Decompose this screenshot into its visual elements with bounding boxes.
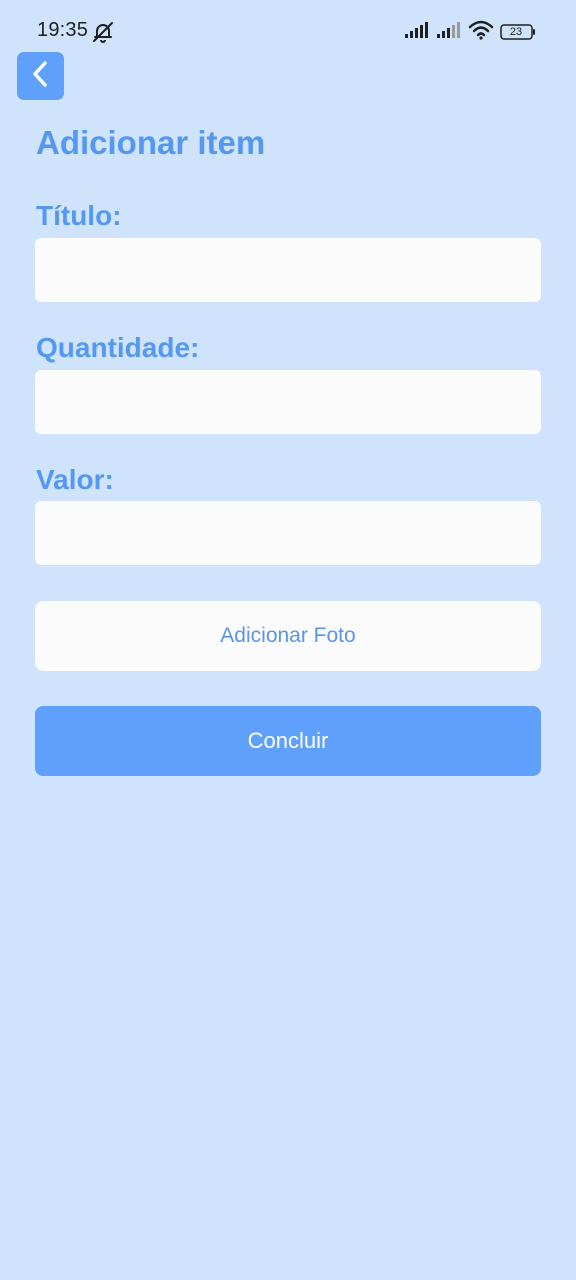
bell-off-icon (91, 20, 115, 44)
submit-button[interactable]: Concluir (35, 706, 541, 776)
back-button[interactable] (17, 52, 64, 100)
battery-level: 23 (509, 26, 523, 38)
value-label: Valor: (36, 464, 114, 495)
title-label: Título: (36, 200, 122, 231)
signal-icon (404, 21, 430, 44)
status-bar: 19:35 23 (0, 0, 576, 62)
chevron-left-icon (29, 59, 53, 94)
battery-icon: 23 (500, 24, 536, 40)
submit-label: Concluir (247, 728, 329, 753)
title-input[interactable] (35, 238, 541, 302)
status-time: 19:35 (37, 19, 89, 41)
quantity-label: Quantidade: (36, 332, 200, 363)
status-icons: 23 (404, 20, 536, 44)
signal-icon (436, 21, 462, 44)
add-photo-button[interactable]: Adicionar Foto (35, 601, 541, 671)
wifi-icon (468, 20, 494, 45)
value-input[interactable] (35, 501, 541, 565)
quantity-input[interactable] (35, 370, 541, 434)
page-title: Adicionar item (36, 124, 266, 161)
add-photo-label: Adicionar Foto (220, 624, 356, 647)
